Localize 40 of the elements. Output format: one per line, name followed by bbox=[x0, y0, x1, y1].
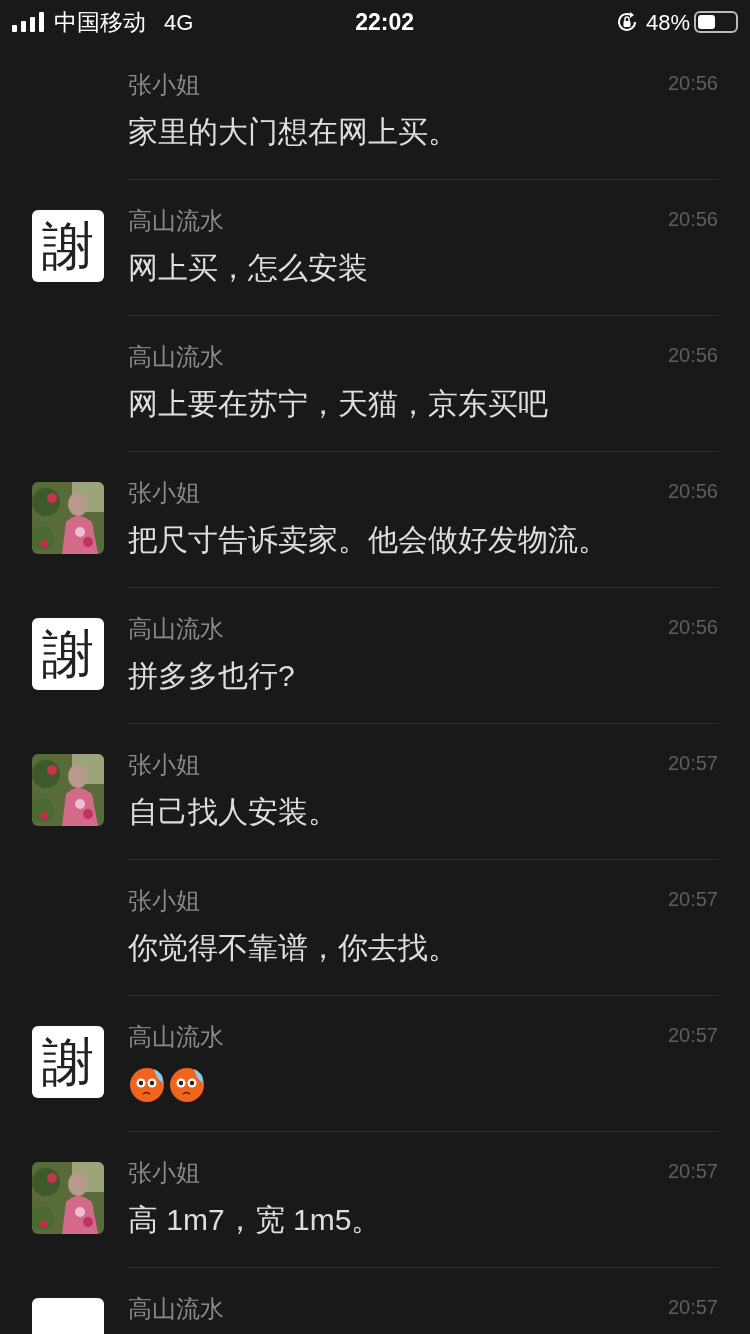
battery-percent: 48% bbox=[645, 8, 690, 37]
message-time: 20:57 bbox=[667, 887, 718, 912]
message-time: 20:57 bbox=[667, 751, 718, 776]
message-time: 20:57 bbox=[667, 1295, 718, 1320]
sweat-emoji-icon bbox=[168, 1065, 206, 1103]
rotation-lock-icon bbox=[615, 11, 638, 33]
avatar[interactable]: 謝 bbox=[32, 618, 104, 690]
sender-name: 张小姐 bbox=[128, 70, 200, 100]
message-time: 20:56 bbox=[667, 71, 718, 96]
sender-name: 张小姐 bbox=[128, 886, 200, 916]
message-text: 高 1m7，宽 1m5。 bbox=[128, 1202, 383, 1238]
sender-name: 张小姐 bbox=[128, 478, 200, 508]
avatar[interactable]: 謝 bbox=[32, 1026, 104, 1098]
sender-name: 高山流水 bbox=[128, 1022, 224, 1052]
message-time: 20:56 bbox=[667, 615, 718, 640]
avatar[interactable]: 謝 bbox=[32, 210, 104, 282]
sender-name: 高山流水 bbox=[128, 206, 224, 236]
signal-icon bbox=[12, 12, 46, 32]
message-text: 网上要在苏宁，天猫，京东买吧 bbox=[128, 386, 549, 422]
sender-name: 张小姐 bbox=[128, 1158, 200, 1188]
sender-name: 高山流水 bbox=[128, 614, 224, 644]
message-time: 20:57 bbox=[667, 1159, 718, 1184]
message-text: 把尺寸告诉卖家。他会做好发物流。 bbox=[128, 522, 609, 558]
carrier-name: 中国移动 bbox=[54, 7, 146, 37]
network-type: 4G bbox=[164, 8, 194, 37]
message-time: 20:56 bbox=[667, 207, 718, 232]
sender-name: 高山流水 bbox=[128, 1294, 224, 1324]
message-text: 网上买，怎么安装 bbox=[128, 250, 369, 286]
sender-name: 高山流水 bbox=[128, 342, 224, 372]
message-time: 20:57 bbox=[667, 1023, 718, 1048]
clock: 22:02 bbox=[355, 7, 415, 37]
message-time: 20:56 bbox=[667, 343, 718, 368]
sender-name: 张小姐 bbox=[128, 750, 200, 780]
battery-icon bbox=[694, 11, 738, 33]
message-text: 家里的大门想在网上买。 bbox=[128, 114, 459, 150]
message-text: 你觉得不靠谱，你去找。 bbox=[128, 930, 459, 966]
message-time: 20:56 bbox=[667, 479, 718, 504]
message-text: 自己找人安装。 bbox=[128, 794, 339, 830]
message-text: 拼多多也行? bbox=[128, 658, 296, 694]
sweat-emoji-icon bbox=[128, 1065, 166, 1103]
